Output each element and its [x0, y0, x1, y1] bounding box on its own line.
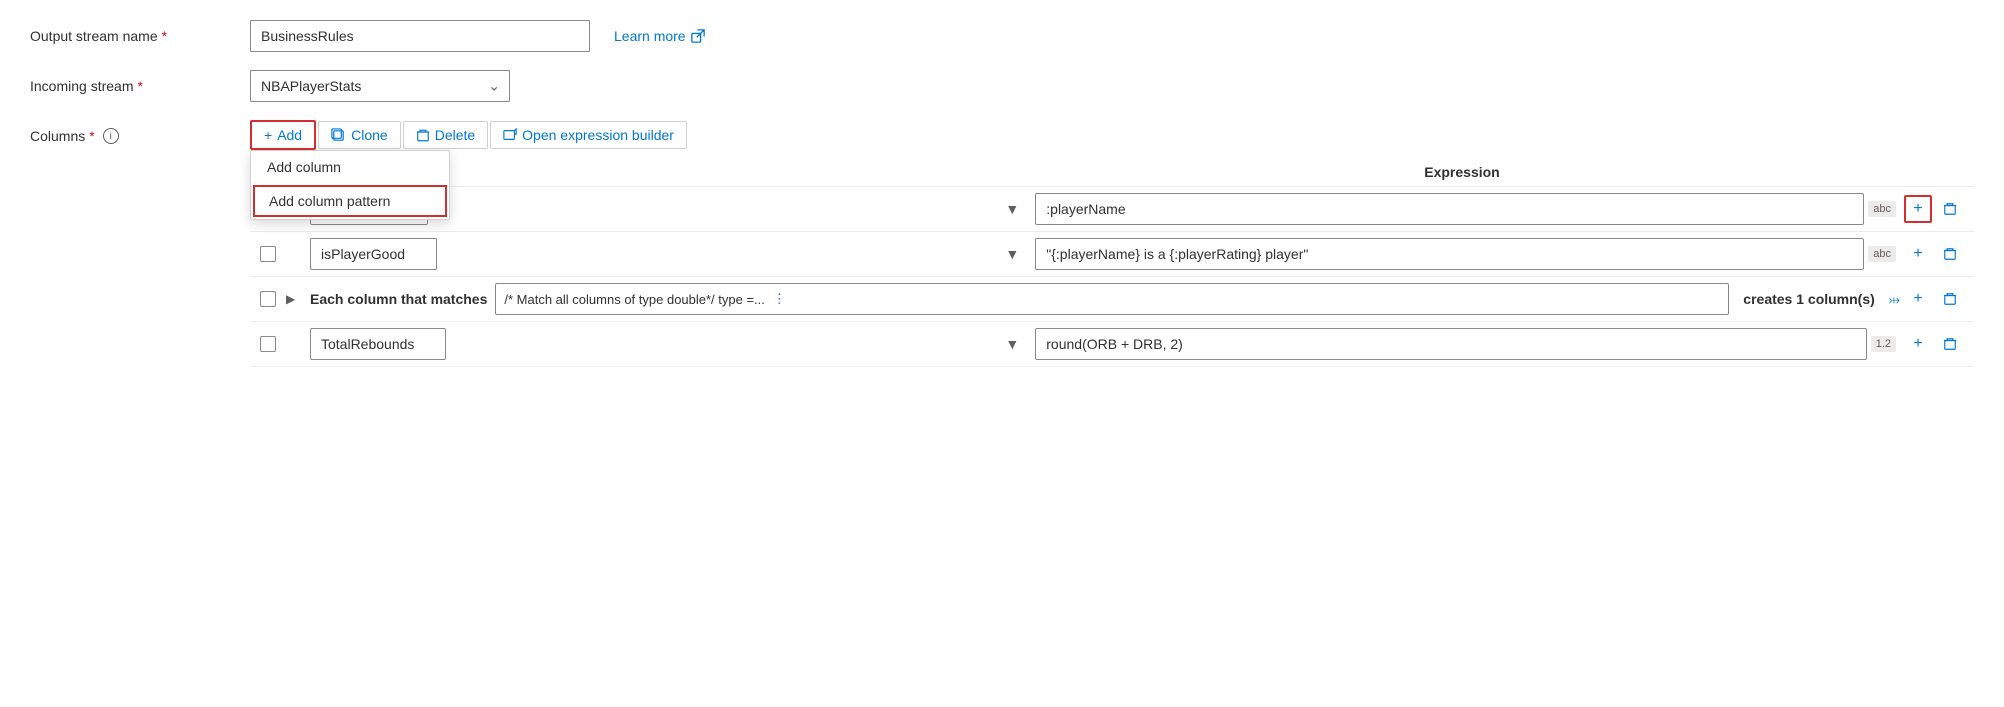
external-link-icon [691, 29, 705, 43]
columns-label: Columns * i [30, 120, 250, 144]
required-star: * [162, 28, 167, 44]
row3-check-col [250, 291, 286, 307]
row4-type-badge: 1.2 [1871, 336, 1896, 352]
row4-trash-icon [1943, 337, 1957, 351]
pattern-row: ▶ Each column that matches /* Match all … [250, 277, 1974, 322]
row4-expr-input[interactable] [1035, 328, 1866, 360]
row2-add-button[interactable]: + [1904, 240, 1932, 268]
incoming-stream-select-wrapper: NBAPlayerStats ⌄ [250, 70, 510, 102]
row3-checkbox[interactable] [260, 291, 276, 307]
row4-chevron-icon: ▼ [1005, 336, 1019, 352]
row4-checkbox[interactable] [260, 336, 276, 352]
row1-type-badge: abc [1868, 201, 1896, 217]
pattern-collapse-icon[interactable]: ⤔ [1889, 291, 1900, 308]
row3-pattern-content: Each column that matches /* Match all co… [310, 283, 1904, 315]
clone-icon [331, 128, 346, 143]
row1-add-button[interactable]: + [1904, 195, 1932, 223]
row2-check-col [250, 246, 286, 262]
table-row: TotalRebounds ▼ 1.2 + [250, 322, 1974, 367]
add-dropdown-menu: Add column Add column pattern [250, 150, 450, 220]
row2-delete-button[interactable] [1936, 240, 1964, 268]
table-header: Expression [250, 158, 1974, 187]
row3-add-button[interactable]: + [1904, 285, 1932, 313]
output-stream-input[interactable] [250, 20, 590, 52]
header-actions-col [1894, 164, 1974, 180]
row2-name-wrapper: isPlayerGood ▼ [310, 238, 1027, 270]
columns-toolbar: + Add Clone [250, 120, 1974, 150]
row2-name-select[interactable]: isPlayerGood [310, 238, 437, 270]
row1-delete-button[interactable] [1936, 195, 1964, 223]
pattern-each-column-label: Each column that matches [310, 291, 487, 307]
row3-expand-arrow-icon[interactable]: ▶ [286, 292, 295, 306]
table-row: isPlayerGood ▼ abc + [250, 232, 1974, 277]
row1-expr-input[interactable] [1035, 193, 1864, 225]
row2-checkbox[interactable] [260, 246, 276, 262]
row1-chevron-icon: ▼ [1005, 201, 1019, 217]
row3-delete-button[interactable] [1936, 285, 1964, 313]
row1-trash-icon [1943, 202, 1957, 216]
clone-button[interactable]: Clone [318, 121, 401, 149]
row4-expr-wrapper: 1.2 [1035, 328, 1896, 360]
row2-expr-input[interactable] [1035, 238, 1864, 270]
incoming-stream-label: Incoming stream * [30, 78, 250, 94]
row4-check-col [250, 336, 286, 352]
row1-expr-wrapper: abc [1035, 193, 1896, 225]
row3-trash-icon [1943, 292, 1957, 306]
delete-button[interactable]: Delete [403, 121, 488, 149]
row4-name-select[interactable]: TotalRebounds [310, 328, 446, 360]
row2-chevron-icon: ▼ [1005, 246, 1019, 262]
pattern-expr-text: /* Match all columns of type double*/ ty… [504, 292, 765, 307]
pattern-expand-icon: ⋮ [773, 291, 786, 307]
columns-content: + Add Clone [250, 120, 1974, 367]
creates-column-label: creates 1 column(s) [1743, 291, 1875, 307]
header-expression-col: Expression [1030, 164, 1894, 180]
row4-name-wrapper: TotalRebounds ▼ [310, 328, 1027, 360]
row1-actions: + [1904, 195, 1974, 223]
row4-add-button[interactable]: + [1904, 330, 1932, 358]
row3-expand-col: ▶ [286, 292, 310, 306]
columns-info-icon[interactable]: i [103, 128, 119, 144]
plus-icon: + [264, 127, 272, 143]
row2-actions: + [1904, 240, 1974, 268]
row4-delete-button[interactable] [1936, 330, 1964, 358]
columns-required-star: * [89, 128, 94, 144]
row2-expr-wrapper: abc [1035, 238, 1896, 270]
learn-more-link[interactable]: Learn more [614, 28, 705, 44]
add-button[interactable]: + Add [250, 120, 316, 150]
delete-icon [416, 128, 430, 143]
add-column-item[interactable]: Add column [251, 151, 449, 183]
row3-actions: + [1904, 285, 1974, 313]
row2-type-badge: abc [1868, 246, 1896, 262]
open-expression-icon [503, 128, 517, 142]
open-expression-builder-button[interactable]: Open expression builder [490, 121, 687, 149]
incoming-required-star: * [137, 78, 142, 94]
pattern-expr-button[interactable]: /* Match all columns of type double*/ ty… [495, 283, 1729, 315]
table-row: playerName ▼ abc + [250, 187, 1974, 232]
incoming-stream-select[interactable]: NBAPlayerStats [250, 70, 510, 102]
row4-actions: + [1904, 330, 1974, 358]
row2-trash-icon [1943, 247, 1957, 261]
output-stream-label: Output stream name * [30, 28, 250, 44]
add-column-pattern-item[interactable]: Add column pattern [253, 185, 447, 217]
